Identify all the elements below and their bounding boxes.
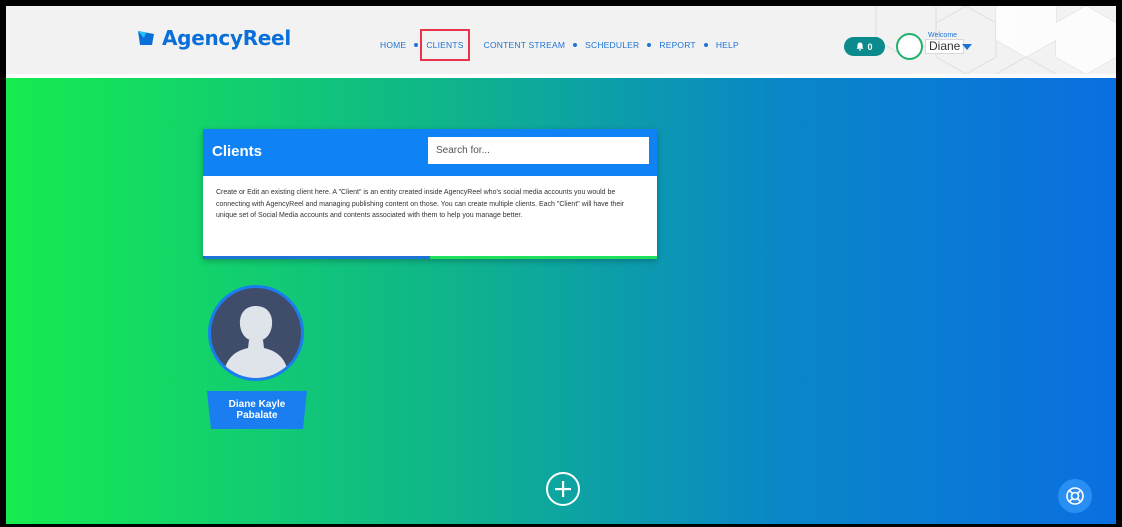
nav-separator xyxy=(703,43,708,47)
notifications-button[interactable]: 0 xyxy=(844,37,885,56)
nav-home[interactable]: HOME xyxy=(380,40,406,50)
nav-scheduler[interactable]: SCHEDULER xyxy=(585,40,639,50)
nav-separator xyxy=(647,43,652,47)
clients-description: Create or Edit an existing client here. … xyxy=(216,189,625,219)
logo-mark-icon xyxy=(138,31,154,45)
notification-count: 0 xyxy=(867,41,873,52)
main-nav: HOME CLIENTS CONTENT STREAM SCHEDULER RE… xyxy=(380,29,739,61)
clients-card-header: Clients xyxy=(203,129,657,176)
plus-icon xyxy=(555,481,571,497)
nav-help[interactable]: HELP xyxy=(716,40,739,50)
person-silhouette-icon xyxy=(223,306,289,378)
bell-icon xyxy=(856,42,864,51)
user-name[interactable]: Diane xyxy=(925,39,965,54)
client-name-label[interactable]: Diane Kayle Pabalate xyxy=(207,391,307,429)
client-name-line: Diane Kayle xyxy=(228,399,286,410)
search-input[interactable] xyxy=(428,137,649,164)
top-header: AgencyReel HOME CLIENTS CONTENT STREAM S… xyxy=(6,6,1116,74)
page-title: Clients xyxy=(212,143,263,160)
card-accent-bar-blue xyxy=(203,256,430,259)
client-name-line: Pabalate xyxy=(236,410,278,421)
welcome-label: Welcome xyxy=(928,32,958,39)
client-avatar[interactable] xyxy=(208,285,304,381)
nav-content-stream[interactable]: CONTENT STREAM xyxy=(484,40,566,50)
app-window: AgencyReel HOME CLIENTS CONTENT STREAM S… xyxy=(6,6,1116,524)
card-accent-bar-green xyxy=(430,256,657,259)
nav-report[interactable]: REPORT xyxy=(659,40,695,50)
support-button[interactable] xyxy=(1058,479,1092,513)
agencyreel-logo[interactable]: AgencyReel xyxy=(136,26,291,50)
nav-clients[interactable]: CLIENTS xyxy=(420,29,470,61)
chevron-down-icon[interactable] xyxy=(962,44,972,50)
nav-separator xyxy=(573,43,578,47)
nav-separator xyxy=(414,43,419,47)
main-content: Clients Create or Edit an existing clien… xyxy=(6,78,1116,524)
clients-card: Clients Create or Edit an existing clien… xyxy=(203,129,657,259)
logo-text: AgencyReel xyxy=(162,26,291,50)
add-client-button[interactable] xyxy=(546,472,580,506)
lifebuoy-icon xyxy=(1066,487,1084,505)
user-avatar[interactable] xyxy=(896,33,923,60)
